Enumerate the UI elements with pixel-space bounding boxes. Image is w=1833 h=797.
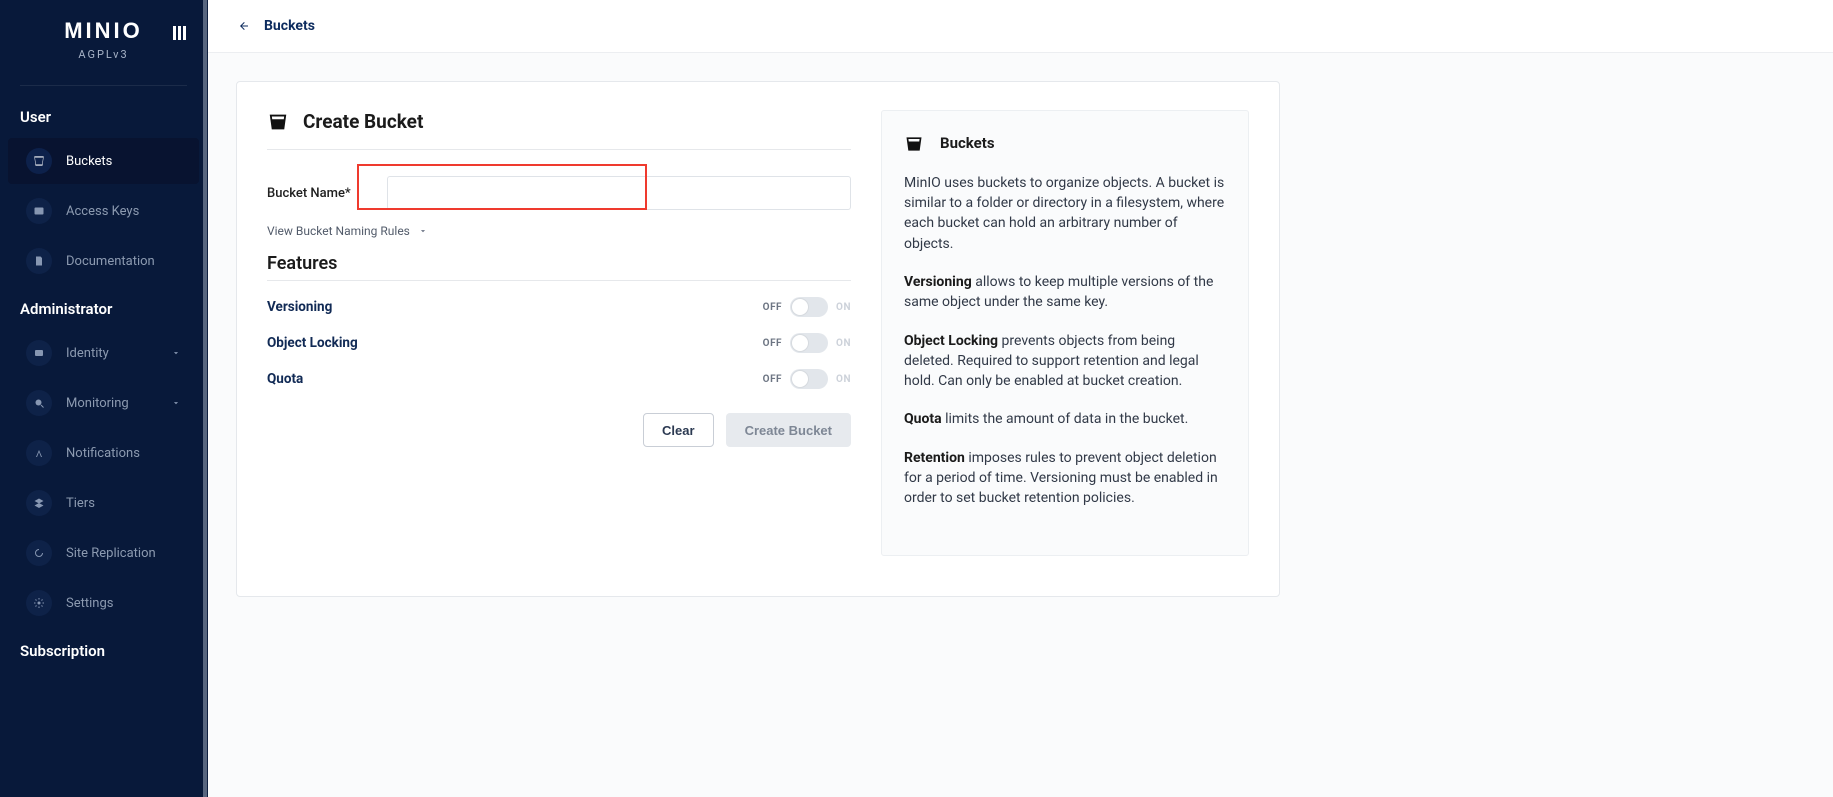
monitor-icon bbox=[26, 390, 52, 416]
brand-subtitle: AGPLv3 bbox=[0, 48, 207, 61]
info-paragraph-object-locking: Object Locking prevents objects from bei… bbox=[904, 331, 1226, 392]
clear-button[interactable]: Clear bbox=[643, 413, 714, 447]
create-bucket-button[interactable]: Create Bucket bbox=[726, 413, 851, 447]
bucket-icon bbox=[904, 134, 924, 154]
sidebar-scrollbar[interactable] bbox=[203, 0, 207, 797]
info-term: Quota bbox=[904, 411, 942, 427]
bucket-name-input[interactable] bbox=[387, 176, 851, 210]
chevron-down-icon bbox=[171, 348, 181, 358]
bucket-name-row: Bucket Name* bbox=[267, 176, 851, 210]
back-arrow-icon[interactable] bbox=[236, 20, 252, 32]
toggle-object-locking[interactable]: OFF ON bbox=[763, 333, 851, 353]
bucket-icon bbox=[26, 148, 52, 174]
switch-icon bbox=[790, 369, 828, 389]
info-term: Object Locking bbox=[904, 333, 998, 349]
toggle-quota[interactable]: OFF ON bbox=[763, 369, 851, 389]
sidebar-item-label: Buckets bbox=[66, 154, 112, 169]
feature-label: Object Locking bbox=[267, 335, 358, 351]
sidebar-item-label: Monitoring bbox=[66, 396, 129, 411]
sidebar-item-label: Notifications bbox=[66, 446, 140, 461]
toggle-on-label: ON bbox=[836, 374, 851, 385]
sidebar-item-site-replication[interactable]: Site Replication bbox=[8, 530, 199, 576]
features-heading: Features bbox=[267, 253, 851, 281]
sidebar-section-subscription: Subscription bbox=[0, 630, 207, 668]
feature-row-object-locking: Object Locking OFF ON bbox=[267, 333, 851, 353]
info-paragraph-quota: Quota limits the amount of data in the b… bbox=[904, 409, 1226, 429]
lambda-icon bbox=[26, 440, 52, 466]
bucket-name-label: Bucket Name* bbox=[267, 186, 387, 201]
info-paragraph-retention: Retention imposes rules to prevent objec… bbox=[904, 448, 1226, 509]
switch-icon bbox=[790, 333, 828, 353]
gear-icon bbox=[26, 590, 52, 616]
info-text: limits the amount of data in the bucket. bbox=[942, 411, 1189, 427]
sidebar-section-user: User bbox=[0, 96, 207, 134]
doc-icon bbox=[26, 248, 52, 274]
breadcrumb-buckets[interactable]: Buckets bbox=[264, 18, 315, 34]
identity-icon bbox=[26, 340, 52, 366]
feature-row-quota: Quota OFF ON bbox=[267, 369, 851, 389]
sidebar-separator bbox=[20, 85, 187, 86]
feature-row-versioning: Versioning OFF ON bbox=[267, 297, 851, 317]
info-heading: Buckets bbox=[904, 133, 1226, 155]
sidebar-item-label: Access Keys bbox=[66, 204, 139, 219]
sidebar-item-label: Documentation bbox=[66, 254, 155, 269]
create-bucket-card: Create Bucket Bucket Name* View Bucket N… bbox=[236, 81, 1280, 597]
tiers-icon bbox=[26, 490, 52, 516]
sidebar-item-notifications[interactable]: Notifications bbox=[8, 430, 199, 476]
sidebar-item-monitoring[interactable]: Monitoring bbox=[8, 380, 199, 426]
toggle-on-label: ON bbox=[836, 302, 851, 313]
sidebar-item-buckets[interactable]: Buckets bbox=[8, 138, 199, 184]
form-column: Create Bucket Bucket Name* View Bucket N… bbox=[267, 110, 851, 447]
sidebar-item-documentation[interactable]: Documentation bbox=[8, 238, 199, 284]
sidebar-item-identity[interactable]: Identity bbox=[8, 330, 199, 376]
sidebar-item-tiers[interactable]: Tiers bbox=[8, 480, 199, 526]
sidebar-item-access-keys[interactable]: Access Keys bbox=[8, 188, 199, 234]
chevron-down-icon bbox=[418, 226, 428, 236]
info-panel: Buckets MinIO uses buckets to organize o… bbox=[881, 110, 1249, 556]
info-term: Retention bbox=[904, 450, 965, 466]
sidebar-item-label: Site Replication bbox=[66, 546, 156, 561]
feature-label: Versioning bbox=[267, 299, 332, 315]
sidebar-section-admin: Administrator bbox=[0, 288, 207, 326]
main: Buckets Create Bucket Bucket Name* bbox=[208, 0, 1833, 797]
sidebar-item-label: Identity bbox=[66, 346, 109, 361]
naming-rules-link[interactable]: View Bucket Naming Rules bbox=[267, 224, 428, 238]
page-heading: Create Bucket bbox=[267, 110, 851, 150]
page-title: Create Bucket bbox=[303, 110, 423, 133]
form-actions: Clear Create Bucket bbox=[267, 413, 851, 447]
naming-rules-label: View Bucket Naming Rules bbox=[267, 224, 410, 238]
info-paragraph-intro: MinIO uses buckets to organize objects. … bbox=[904, 173, 1226, 254]
topbar: Buckets bbox=[208, 0, 1833, 53]
sidebar: MINIO AGPLv3 User Buckets Access Keys Do… bbox=[0, 0, 208, 797]
feature-label: Quota bbox=[267, 371, 303, 387]
toggle-off-label: OFF bbox=[763, 302, 782, 313]
key-icon bbox=[26, 198, 52, 224]
sidebar-item-settings[interactable]: Settings bbox=[8, 580, 199, 626]
switch-icon bbox=[790, 297, 828, 317]
replication-icon bbox=[26, 540, 52, 566]
content-body: Create Bucket Bucket Name* View Bucket N… bbox=[208, 53, 1833, 797]
info-paragraph-versioning: Versioning allows to keep multiple versi… bbox=[904, 272, 1226, 313]
bucket-icon bbox=[267, 111, 289, 133]
sidebar-collapse-icon[interactable] bbox=[173, 26, 189, 40]
toggle-on-label: ON bbox=[836, 338, 851, 349]
toggle-versioning[interactable]: OFF ON bbox=[763, 297, 851, 317]
toggle-off-label: OFF bbox=[763, 374, 782, 385]
toggle-off-label: OFF bbox=[763, 338, 782, 349]
chevron-down-icon bbox=[171, 398, 181, 408]
bucket-name-input-wrap bbox=[387, 176, 851, 210]
sidebar-item-label: Tiers bbox=[66, 496, 95, 511]
info-term: Versioning bbox=[904, 274, 972, 290]
sidebar-item-label: Settings bbox=[66, 596, 113, 611]
info-title: Buckets bbox=[940, 133, 995, 155]
